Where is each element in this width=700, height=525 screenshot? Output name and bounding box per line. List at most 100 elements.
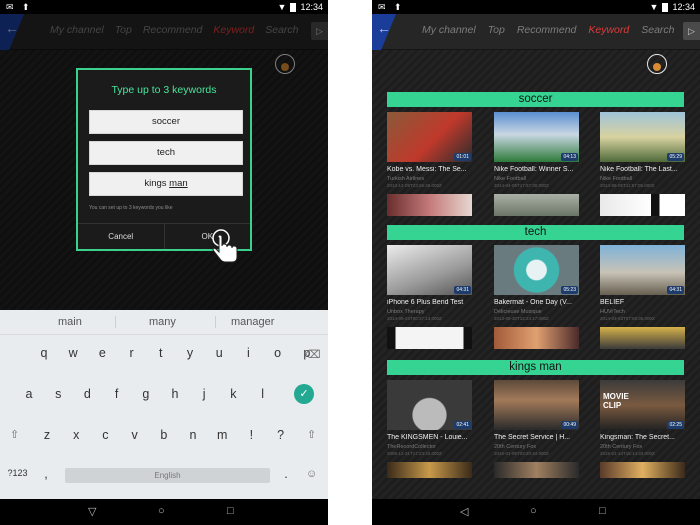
video-title[interactable]: Kobe vs. Messi: The Se...: [387, 166, 473, 173]
thumbnail-overlay-text: MOVIE CLIP: [603, 392, 629, 410]
keyword-field-2[interactable]: tech: [89, 141, 243, 165]
video-thumbnail-peek[interactable]: [387, 462, 472, 478]
video-channel: Unbox Therapy: [387, 309, 425, 315]
tab-my-channel[interactable]: My channel: [422, 24, 476, 36]
video-thumbnail-peek[interactable]: [494, 327, 579, 349]
wifi-icon: ▼: [649, 2, 659, 12]
keyword-field-3[interactable]: kings man: [89, 172, 243, 196]
back-triangle-icon[interactable]: ◁: [460, 505, 468, 518]
key-a[interactable]: a: [19, 387, 39, 401]
key-r[interactable]: r: [122, 346, 142, 360]
notification-icons: ✉ ⬆: [6, 2, 33, 12]
recents-square-icon[interactable]: □: [227, 505, 234, 517]
video-thumbnail-peek[interactable]: [600, 462, 685, 478]
key-j[interactable]: j: [194, 387, 214, 401]
keyword-field-1[interactable]: soccer: [89, 110, 243, 134]
key-z[interactable]: z: [37, 428, 57, 442]
video-thumbnail[interactable]: MOVIE CLIP 02:25: [600, 380, 685, 430]
video-title[interactable]: Nike Football: Winner S...: [494, 166, 580, 173]
key-v[interactable]: v: [125, 428, 145, 442]
video-thumbnail-peek[interactable]: [600, 194, 685, 216]
key-question[interactable]: ?: [271, 428, 291, 442]
notification-icons: ✉ ⬆: [378, 2, 405, 12]
home-circle-icon[interactable]: ○: [530, 505, 537, 517]
duration-badge: 02:41: [454, 421, 471, 429]
status-bar: ✉ ⬆ ▼ 12:34: [0, 0, 328, 14]
video-thumbnail[interactable]: 04:31: [387, 245, 472, 295]
status-bar: ✉ ⬆ ▼ 12:34: [372, 0, 700, 14]
recents-square-icon[interactable]: □: [599, 505, 606, 517]
video-thumbnail[interactable]: 02:41: [387, 380, 472, 430]
key-exclaim[interactable]: !: [241, 428, 261, 442]
key-g[interactable]: g: [136, 387, 156, 401]
video-thumbnail-peek[interactable]: [387, 327, 472, 349]
video-thumbnail[interactable]: 04:13: [494, 112, 579, 162]
key-w[interactable]: w: [63, 346, 83, 360]
suggestion-1[interactable]: main: [58, 316, 82, 328]
shift-right-icon[interactable]: ⇧: [307, 428, 316, 441]
key-e[interactable]: e: [92, 346, 112, 360]
video-thumbnail-peek[interactable]: [387, 194, 472, 216]
key-u[interactable]: u: [209, 346, 229, 360]
key-m[interactable]: m: [212, 428, 232, 442]
video-date: 2014-09-23T00:37:13.000Z: [387, 316, 442, 321]
tab-top[interactable]: Top: [488, 24, 505, 36]
video-title[interactable]: Nike Football: The Last...: [600, 166, 686, 173]
shift-left-icon[interactable]: ⇧: [10, 428, 19, 441]
key-d[interactable]: d: [77, 387, 97, 401]
video-title[interactable]: The KINGSMEN - Louie...: [387, 434, 473, 441]
dialog-title: Type up to 3 keywords: [111, 84, 217, 96]
home-circle-icon[interactable]: ○: [158, 505, 165, 517]
video-title[interactable]: Bakermat - One Day (V...: [494, 299, 580, 306]
key-q[interactable]: q: [34, 346, 54, 360]
video-thumbnail[interactable]: 01:01: [387, 112, 472, 162]
key-b[interactable]: b: [154, 428, 174, 442]
medal-icon[interactable]: [647, 54, 667, 74]
tab-keyword[interactable]: Keyword: [588, 24, 629, 36]
key-x[interactable]: x: [66, 428, 86, 442]
key-y[interactable]: y: [180, 346, 200, 360]
comma-key[interactable]: ,: [36, 467, 56, 481]
key-f[interactable]: f: [107, 387, 127, 401]
cancel-button[interactable]: Cancel: [78, 224, 165, 249]
period-key[interactable]: .: [276, 467, 296, 481]
key-h[interactable]: h: [165, 387, 185, 401]
space-bar[interactable]: English: [65, 468, 270, 483]
key-s[interactable]: s: [48, 387, 68, 401]
video-title[interactable]: Kingsman: The Secret...: [600, 434, 686, 441]
dialog-hint: You can set up to 3 keywords you like: [89, 205, 173, 211]
symbols-key[interactable]: ?123: [5, 468, 30, 478]
video-title[interactable]: iPhone 6 Plus Bend Test: [387, 299, 473, 306]
tab-recommend[interactable]: Recommend: [517, 24, 577, 36]
video-thumbnail[interactable]: 00:49: [494, 380, 579, 430]
emoji-icon[interactable]: ☺: [306, 468, 317, 480]
video-channel: Turkish Airlines: [387, 176, 425, 182]
key-t[interactable]: t: [151, 346, 171, 360]
video-thumbnail[interactable]: 05:29: [600, 112, 685, 162]
tab-search[interactable]: Search: [641, 24, 674, 36]
video-thumbnail[interactable]: 04:31: [600, 245, 685, 295]
key-k[interactable]: k: [223, 387, 243, 401]
system-nav-bar: ◁ ○ □: [372, 499, 700, 525]
video-thumbnail-peek[interactable]: [494, 462, 579, 478]
key-n[interactable]: n: [183, 428, 203, 442]
video-thumbnail-peek[interactable]: [494, 194, 579, 216]
backspace-icon[interactable]: ⌫: [305, 348, 321, 361]
suggestion-2[interactable]: many: [149, 316, 176, 328]
video-title[interactable]: The Secret Service | H...: [494, 434, 580, 441]
video-thumbnail[interactable]: 05:23: [494, 245, 579, 295]
clock: 12:34: [672, 2, 695, 12]
video-date: 2013-12-09T23:26:46.000Z: [387, 183, 442, 188]
key-o[interactable]: o: [268, 346, 288, 360]
back-triangle-icon[interactable]: ▽: [88, 505, 96, 518]
duration-badge: 05:29: [667, 153, 684, 161]
enter-check-icon[interactable]: ✓: [294, 384, 314, 404]
play-menu-icon[interactable]: ▷: [683, 22, 700, 40]
video-thumbnail-peek[interactable]: [600, 327, 685, 349]
suggestion-3[interactable]: manager: [231, 316, 274, 328]
video-title[interactable]: BELIEF: [600, 299, 686, 306]
key-i[interactable]: i: [238, 346, 258, 360]
key-l[interactable]: l: [253, 387, 273, 401]
back-arrow-icon[interactable]: ←: [377, 20, 391, 36]
key-c[interactable]: c: [95, 428, 115, 442]
